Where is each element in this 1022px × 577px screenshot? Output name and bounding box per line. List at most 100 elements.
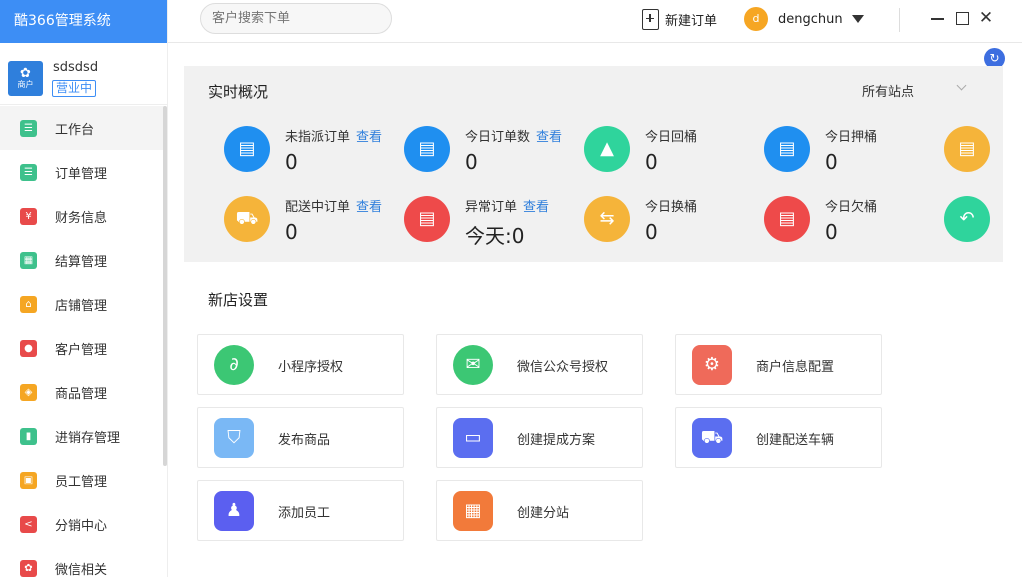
- divider: [899, 8, 900, 32]
- view-link[interactable]: 查看: [523, 200, 549, 215]
- setup-card-label: 创建提成方案: [517, 433, 596, 448]
- commission-plan-icon: ▭: [453, 418, 493, 458]
- sidebar-item-label: 财务信息: [55, 210, 108, 226]
- sidebar-item-label: 微信相关: [55, 562, 108, 577]
- sidebar-item[interactable]: ⌂ 店铺管理: [0, 282, 165, 326]
- abnormal-order-icon: ▤: [404, 196, 450, 242]
- new-order-icon: [642, 8, 659, 30]
- report-icon: ▤: [944, 126, 990, 172]
- setup-card[interactable]: ▭ 创建提成方案: [436, 407, 643, 468]
- user-menu[interactable]: d dengchun: [744, 7, 864, 31]
- maximize-button[interactable]: [955, 10, 971, 26]
- close-button[interactable]: ✕: [978, 10, 994, 27]
- stat-value: 0: [825, 150, 838, 174]
- sidebar: 酷366管理系统 ✿ 商户 sdsdsd 营业中 ☰ 工作台 ☰ 订单管理 ¥ 财务信息 ▦…: [0, 0, 168, 577]
- stat-value: 0: [465, 150, 478, 174]
- stat-label-text: 异常订单: [465, 200, 518, 215]
- sidebar-item-label: 商品管理: [55, 386, 108, 402]
- merchant-settings-icon: ⚙: [692, 345, 732, 385]
- stat-label: 今日欠桶: [825, 196, 877, 215]
- stat-item: ▤ 未指派订单 查看 0: [224, 126, 404, 176]
- app-window: 酷366管理系统 ✿ 商户 sdsdsd 营业中 ☰ 工作台 ☰ 订单管理 ¥ 财务信息 ▦…: [0, 0, 1022, 577]
- setup-card[interactable]: ⛉ 发布商品: [197, 407, 404, 468]
- staff-icon: ▣: [20, 471, 37, 489]
- setup-card-label: 微信公众号授权: [517, 360, 609, 375]
- distribution-icon: <: [20, 515, 37, 533]
- view-link[interactable]: 查看: [356, 130, 382, 145]
- username: dengchun: [778, 11, 843, 27]
- view-link[interactable]: 查看: [356, 200, 382, 215]
- stat-label-text: 今日订单数: [465, 130, 531, 145]
- stat-label-text: 今日回桶: [645, 130, 698, 145]
- chevron-down-icon: [956, 80, 967, 91]
- today-orders-icon: ▤: [404, 126, 450, 172]
- setup-card[interactable]: ⚙ 商户信息配置: [675, 334, 882, 395]
- bucket-deposit-icon: ▤: [764, 126, 810, 172]
- stat-label: 今日订单数 查看: [465, 126, 562, 145]
- realtime-overview-panel: 实时概况 所有站点 ▤ 未指派订单 查看 0 ▤ 今日订单数 查看 0 ▲ 今日回桶 0 ▤ 今日押桶 0…: [184, 66, 1003, 262]
- caret-down-icon: [851, 15, 864, 23]
- product-icon: ◈: [20, 383, 37, 401]
- new-order-button[interactable]: 新建订单: [642, 8, 717, 30]
- stat-value: 0: [825, 220, 838, 244]
- stat-label-text: 今日欠桶: [825, 200, 878, 215]
- setup-card-label: 创建配送车辆: [756, 433, 835, 448]
- stat-item: ⛟ 配送中订单 查看 0: [224, 196, 404, 246]
- sidebar-item[interactable]: ● 客户管理: [0, 326, 165, 370]
- setup-card[interactable]: ⛟ 创建配送车辆: [675, 407, 882, 468]
- sidebar-item[interactable]: < 分销中心: [0, 502, 165, 546]
- sidebar-item[interactable]: ▣ 员工管理: [0, 458, 165, 502]
- stat-item: ⇆ 今日换桶 0: [584, 196, 764, 246]
- stat-value: 0: [645, 220, 658, 244]
- setup-card[interactable]: ♟ 添加员工: [197, 480, 404, 541]
- stat-label: 未指派订单 查看: [285, 126, 382, 145]
- shop-status-badge: 营业中: [52, 80, 97, 97]
- customer-search-input[interactable]: [200, 3, 392, 34]
- wechat-icon: ✿: [20, 559, 37, 577]
- setup-card[interactable]: ✉ 微信公众号授权: [436, 334, 643, 395]
- stat-label: 今日押桶: [825, 126, 877, 145]
- sidebar-item[interactable]: ¥ 财务信息: [0, 194, 165, 238]
- sidebar-item[interactable]: ▦ 结算管理: [0, 238, 165, 282]
- sidebar-item-label: 店铺管理: [55, 298, 108, 314]
- sidebar-item[interactable]: ▮ 进销存管理: [0, 414, 165, 458]
- sidebar-menu: ☰ 工作台 ☰ 订单管理 ¥ 财务信息 ▦ 结算管理 ⌂ 店铺管理 ● 客户管理 ◈ 商品管理 ▮ 进销存管理…: [0, 106, 165, 577]
- sidebar-item-label: 员工管理: [55, 474, 108, 490]
- publish-product-icon: ⛉: [214, 418, 254, 458]
- sidebar-item-label: 客户管理: [55, 342, 108, 358]
- sidebar-scrollbar[interactable]: [163, 106, 167, 466]
- settlement-icon: ▦: [20, 251, 37, 269]
- stat-label: 异常订单 查看: [465, 196, 549, 215]
- sidebar-item[interactable]: ☰ 订单管理: [0, 150, 165, 194]
- setup-card-label: 添加员工: [278, 506, 331, 521]
- stat-label-text: 今日换桶: [645, 200, 698, 215]
- minimize-button[interactable]: [930, 10, 946, 26]
- setup-card-label: 小程序授权: [278, 360, 344, 375]
- setup-card-label: 创建分站: [517, 506, 570, 521]
- bucket-owed-icon: ▤: [764, 196, 810, 242]
- setup-card[interactable]: ∂ 小程序授权: [197, 334, 404, 395]
- undo-icon: ↶: [944, 196, 990, 242]
- station-select[interactable]: 所有站点: [862, 80, 972, 100]
- stat-label: 今日回桶: [645, 126, 697, 145]
- stat-item: ↶: [944, 196, 1022, 246]
- stat-item: ▤ 异常订单 查看今天:0: [404, 196, 584, 248]
- sidebar-item[interactable]: ✿ 微信相关: [0, 546, 165, 577]
- stat-value: 今天:0: [465, 224, 525, 248]
- wechat-official-icon: ✉: [453, 345, 493, 385]
- stat-item: ▤ 今日订单数 查看 0: [404, 126, 584, 176]
- setup-title: 新店设置: [208, 291, 269, 309]
- stat-item: ▲ 今日回桶 0: [584, 126, 764, 176]
- sidebar-item-label: 工作台: [55, 122, 95, 138]
- shop-info: ✿ 商户 sdsdsd 营业中: [0, 43, 167, 105]
- setup-card-label: 商户信息配置: [756, 360, 835, 375]
- sidebar-item[interactable]: ◈ 商品管理: [0, 370, 165, 414]
- view-link[interactable]: 查看: [536, 130, 562, 145]
- setup-card[interactable]: ▦ 创建分站: [436, 480, 643, 541]
- finance-icon: ¥: [20, 207, 37, 225]
- stat-label-text: 配送中订单: [285, 200, 351, 215]
- stat-item: ▤ 今日欠桶 0: [764, 196, 944, 246]
- sidebar-item[interactable]: ☰ 工作台: [0, 106, 165, 150]
- sidebar-item-label: 结算管理: [55, 254, 108, 270]
- store-icon: ⌂: [20, 295, 37, 313]
